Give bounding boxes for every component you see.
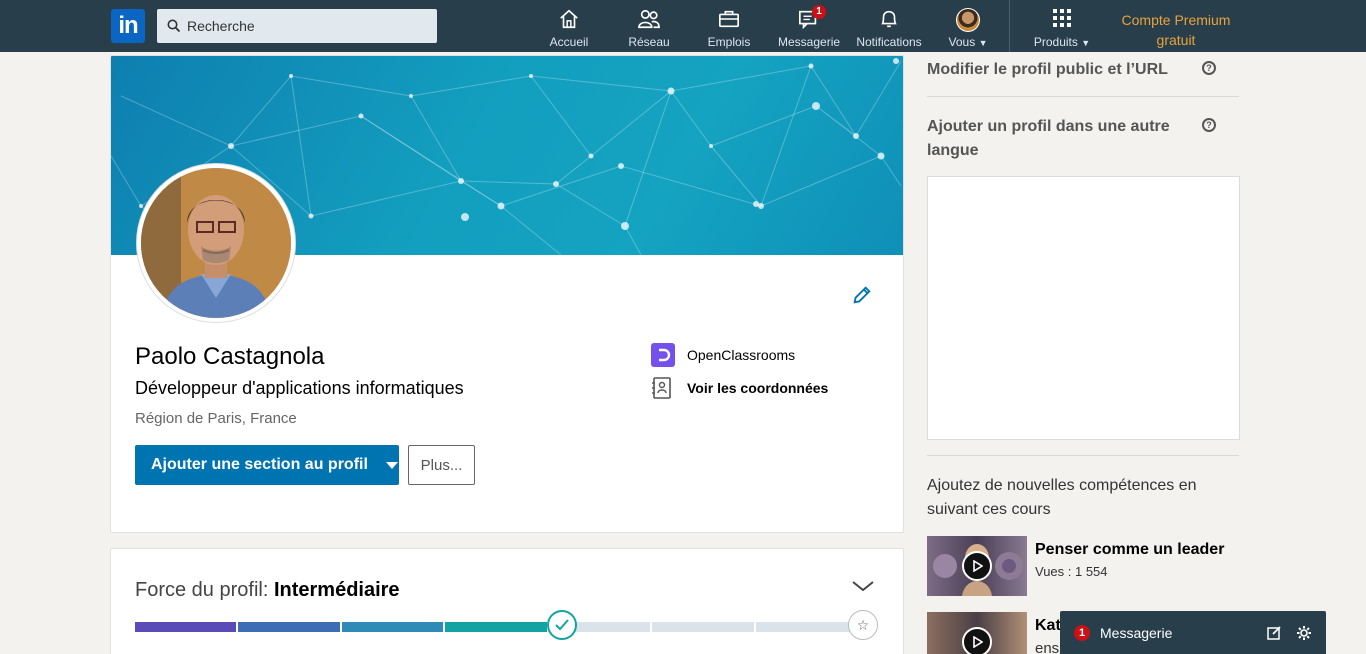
nav-home[interactable]: Accueil [544,8,594,50]
strength-level: Intermédiaire [273,579,400,601]
bell-icon [881,10,897,28]
strength-progress-segment [238,622,340,632]
help-icon[interactable]: ? [1202,61,1216,75]
chevron-down-icon [852,581,874,592]
strength-progress-segment [652,622,754,632]
nav-products[interactable]: Produits ▼ [1031,8,1093,50]
caret-down-icon: ▼ [1081,38,1091,48]
premium-line2: gratuit [1156,32,1196,48]
profile-photo[interactable] [137,164,295,322]
nav-notifications-label: Notifications [856,35,922,49]
briefcase-icon [719,10,739,28]
top-nav: in Accueil Réseau Emplois 1 Messagerie N… [0,0,1366,52]
nav-messaging[interactable]: 1 Messagerie [778,5,841,50]
profile-location: Région de Paris, France [135,410,297,427]
nav-jobs-label: Emplois [707,35,751,49]
nav-me-label: Vous ▼ [948,35,988,49]
nav-messaging-label: Messagerie [778,35,841,49]
company-name: OpenClassrooms [687,347,796,363]
course-views: Vues : 1 554 [1035,564,1108,579]
openclassrooms-logo-icon [651,343,675,367]
rail-divider [927,96,1239,97]
course-title[interactable]: Penser comme un leader [1035,541,1224,559]
contact-info-link[interactable]: Voir les coordonnées [651,376,828,400]
strength-progress-segment [135,622,237,632]
course-thumbnail[interactable] [927,536,1027,596]
strength-label: Force du profil: [135,579,269,601]
messaging-overlay-label: Messagerie [1100,624,1173,641]
course-views: ens [1035,640,1060,654]
add-section-label: Ajouter une section au profil [151,456,368,473]
network-icon [638,9,660,29]
ad-placeholder [927,176,1240,440]
caret-down-icon [385,461,398,469]
progress-checkpoint-icon [547,610,577,640]
premium-link[interactable]: Compte Premium gratuit [1110,10,1242,50]
user-avatar [956,8,980,32]
strength-progress-segment [341,622,444,632]
nav-home-label: Accueil [549,35,589,49]
pencil-icon [853,286,871,304]
nav-network[interactable]: Réseau [624,8,674,50]
messaging-overlay[interactable]: 1 Messagerie [1060,611,1326,654]
contact-info-label: Voir les coordonnées [687,380,829,396]
play-icon [962,627,992,654]
nav-products-label: Produits ▼ [1033,35,1091,49]
more-button[interactable]: Plus... [408,445,475,485]
compose-icon[interactable] [1266,625,1282,641]
nav-divider [1009,0,1010,52]
search-input[interactable] [187,18,427,34]
premium-line1: Compte Premium [1121,12,1231,28]
star-icon: ☆ [848,610,878,640]
edit-public-profile-link[interactable]: Modifier le profil public et l’URL [927,58,1197,82]
add-section-button[interactable]: Ajouter une section au profil [135,445,399,485]
edit-profile-button[interactable] [851,284,873,311]
rail-divider [927,455,1239,456]
nav-notifications[interactable]: Notifications [854,8,924,50]
nav-me[interactable]: Vous ▼ [945,8,991,50]
search-icon [167,19,181,33]
linkedin-logo[interactable]: in [111,9,145,43]
gear-icon[interactable] [1296,625,1312,641]
profile-headline: Développeur d'applications informatiques [135,378,464,398]
nav-jobs[interactable]: Emplois [704,8,754,50]
expand-strength-button[interactable] [851,579,875,598]
add-language-profile-link[interactable]: Ajouter un profil dans une autre langue [927,115,1197,163]
messaging-overlay-badge: 1 [1074,624,1090,641]
help-icon[interactable]: ? [1202,118,1216,132]
profile-strength-card: Force du profil: Intermédiaire ☆ [110,548,904,654]
messaging-badge: 1 [812,5,826,19]
profile-card: Paolo Castagnola Développeur d'applicati… [110,55,904,533]
grid-icon [1053,9,1071,27]
company-link[interactable]: OpenClassrooms [651,343,795,367]
check-icon [555,619,569,631]
strength-progress-segment [755,622,857,632]
profile-name: Paolo Castagnola [135,343,325,370]
address-book-icon [651,376,673,400]
nav-network-label: Réseau [628,35,670,49]
play-icon [962,551,992,581]
courses-title: Ajoutez de nouvelles compétences en suiv… [927,477,1197,518]
caret-down-icon: ▼ [978,38,988,48]
home-icon [560,9,578,29]
course-thumbnail[interactable] [927,612,1027,654]
search-box[interactable] [157,9,437,43]
strength-progress-segment [445,622,547,632]
strength-title: Force du profil: Intermédiaire [135,579,400,602]
